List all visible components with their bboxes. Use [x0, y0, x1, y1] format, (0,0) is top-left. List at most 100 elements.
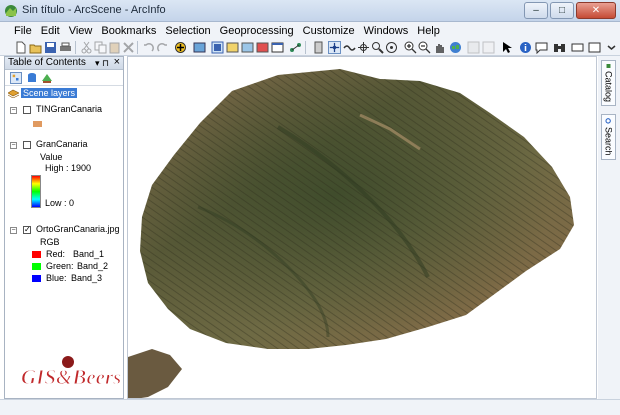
- band-label: Red:: [46, 249, 66, 259]
- status-bar: [0, 399, 620, 415]
- toolbar-options-icon[interactable]: [312, 41, 325, 54]
- navigate-icon[interactable]: [328, 41, 341, 54]
- menu-help[interactable]: Help: [417, 25, 440, 37]
- model-builder-icon[interactable]: [289, 41, 302, 54]
- toolbar-overflow-icon[interactable]: [605, 41, 618, 54]
- toolbar: [0, 39, 620, 56]
- list-by-visibility-icon[interactable]: [41, 72, 53, 84]
- undo-icon[interactable]: [142, 41, 155, 54]
- search-tab[interactable]: Search: [601, 114, 616, 160]
- band-label: Green:: [46, 261, 74, 271]
- layer-checkbox[interactable]: ✓: [23, 226, 31, 234]
- cut-icon[interactable]: [80, 41, 93, 54]
- delete-icon[interactable]: [122, 41, 135, 54]
- band-name: Band_2: [77, 261, 109, 271]
- globe-icon[interactable]: [449, 41, 462, 54]
- minimize-button[interactable]: –: [524, 2, 548, 19]
- copy-icon[interactable]: [94, 41, 107, 54]
- full-extent-icon[interactable]: [211, 41, 224, 54]
- zoom-in-icon[interactable]: [404, 41, 417, 54]
- menu-file[interactable]: File: [14, 25, 32, 37]
- scene-viewer[interactable]: [127, 56, 597, 399]
- menu-windows[interactable]: Windows: [364, 25, 409, 37]
- layer-properties-icon[interactable]: [241, 41, 254, 54]
- window-icon[interactable]: [271, 41, 284, 54]
- layer-name[interactable]: GranCanaria: [36, 139, 88, 149]
- identify-layer-icon[interactable]: [256, 41, 269, 54]
- menu-customize[interactable]: Customize: [303, 25, 355, 37]
- toc-header: Table of Contents ▾ ⊓ ×: [5, 56, 123, 70]
- arcscene-icon: [5, 5, 17, 17]
- toc-close-icon[interactable]: ×: [114, 56, 120, 68]
- html-popup-icon[interactable]: [535, 41, 548, 54]
- center-target-icon[interactable]: [357, 41, 370, 54]
- select-by-graphics-icon[interactable]: [467, 41, 480, 54]
- scene-layers-label[interactable]: Scene layers: [21, 88, 78, 98]
- elevation-color-ramp: [31, 175, 41, 208]
- menu-geoprocessing[interactable]: Geoprocessing: [220, 25, 294, 37]
- band-name: Band_1: [73, 249, 105, 259]
- catalog-icon: [606, 64, 611, 68]
- toc-body: Scene layers − TINGranCanaria − GranCana…: [5, 86, 123, 397]
- identify-icon[interactable]: [519, 41, 532, 54]
- new-document-icon[interactable]: [14, 41, 27, 54]
- search-tab-label: Search: [603, 127, 614, 156]
- layer-expander[interactable]: −: [10, 142, 17, 149]
- close-button[interactable]: ✕: [576, 2, 616, 19]
- open-folder-icon[interactable]: [29, 41, 42, 54]
- paste-icon[interactable]: [108, 41, 121, 54]
- find-icon[interactable]: [553, 41, 566, 54]
- search-icon: [605, 118, 611, 124]
- tin-symbol-swatch: [33, 121, 42, 127]
- layer-checkbox[interactable]: [23, 106, 31, 114]
- maximize-button[interactable]: □: [550, 2, 574, 19]
- blue-band-swatch: [32, 275, 41, 282]
- add-data-icon[interactable]: [174, 41, 187, 54]
- set-observer-icon[interactable]: [385, 41, 398, 54]
- measure-icon[interactable]: [571, 41, 584, 54]
- table-of-contents: Table of Contents ▾ ⊓ × Scene layers − T…: [4, 56, 124, 399]
- list-by-source-icon[interactable]: [26, 72, 38, 84]
- layer-name[interactable]: TINGranCanaria: [36, 104, 102, 114]
- zoom-out-icon[interactable]: [418, 41, 431, 54]
- fly-icon[interactable]: [343, 41, 356, 54]
- scene-properties-icon[interactable]: [226, 41, 239, 54]
- scene-layers-icon: [8, 89, 19, 98]
- pan-icon[interactable]: [433, 41, 446, 54]
- legend-high-label: High : 1900: [45, 163, 92, 173]
- legend-field-label: RGB: [40, 237, 60, 247]
- right-dock: Catalog Search: [598, 56, 620, 399]
- gis-beers-logo: GIS&Beers: [21, 356, 122, 390]
- layer-expander[interactable]: −: [10, 227, 17, 234]
- terrain-3d-render[interactable]: [128, 57, 597, 399]
- menu-bar: File Edit View Bookmarks Selection Geopr…: [0, 22, 620, 39]
- catalog-tab-label: Catalog: [603, 70, 614, 102]
- list-by-drawing-order-icon[interactable]: [10, 72, 22, 84]
- legend-field-label: Value: [40, 152, 63, 162]
- menu-edit[interactable]: Edit: [41, 25, 60, 37]
- layer-checkbox[interactable]: [23, 141, 31, 149]
- menu-selection[interactable]: Selection: [165, 25, 210, 37]
- title-bar: Sin título - ArcScene - ArcInfo – □ ✕: [0, 0, 620, 22]
- print-icon[interactable]: [59, 41, 72, 54]
- save-icon[interactable]: [44, 41, 57, 54]
- toc-toolbar: [5, 70, 123, 86]
- window-title: Sin título - ArcScene - ArcInfo: [22, 4, 166, 16]
- band-name: Band_3: [71, 273, 103, 283]
- animation-icon[interactable]: [193, 41, 206, 54]
- layer-name[interactable]: OrtoGranCanaria.jpg: [36, 224, 120, 234]
- catalog-tab[interactable]: Catalog: [601, 60, 616, 106]
- zoom-to-target-icon[interactable]: [371, 41, 384, 54]
- redo-icon[interactable]: [156, 41, 169, 54]
- menu-view[interactable]: View: [69, 25, 93, 37]
- logo-text: GIS&Beers: [21, 365, 121, 389]
- layer-expander[interactable]: −: [10, 107, 17, 114]
- window-list-icon[interactable]: [588, 41, 601, 54]
- toc-title: Table of Contents: [8, 57, 86, 68]
- legend-low-label: Low : 0: [45, 198, 75, 208]
- clear-selection-icon[interactable]: [482, 41, 495, 54]
- green-band-swatch: [32, 263, 41, 270]
- menu-bookmarks[interactable]: Bookmarks: [101, 25, 156, 37]
- pin-icon[interactable]: ▾ ⊓: [95, 57, 109, 69]
- select-elements-icon[interactable]: [501, 41, 514, 54]
